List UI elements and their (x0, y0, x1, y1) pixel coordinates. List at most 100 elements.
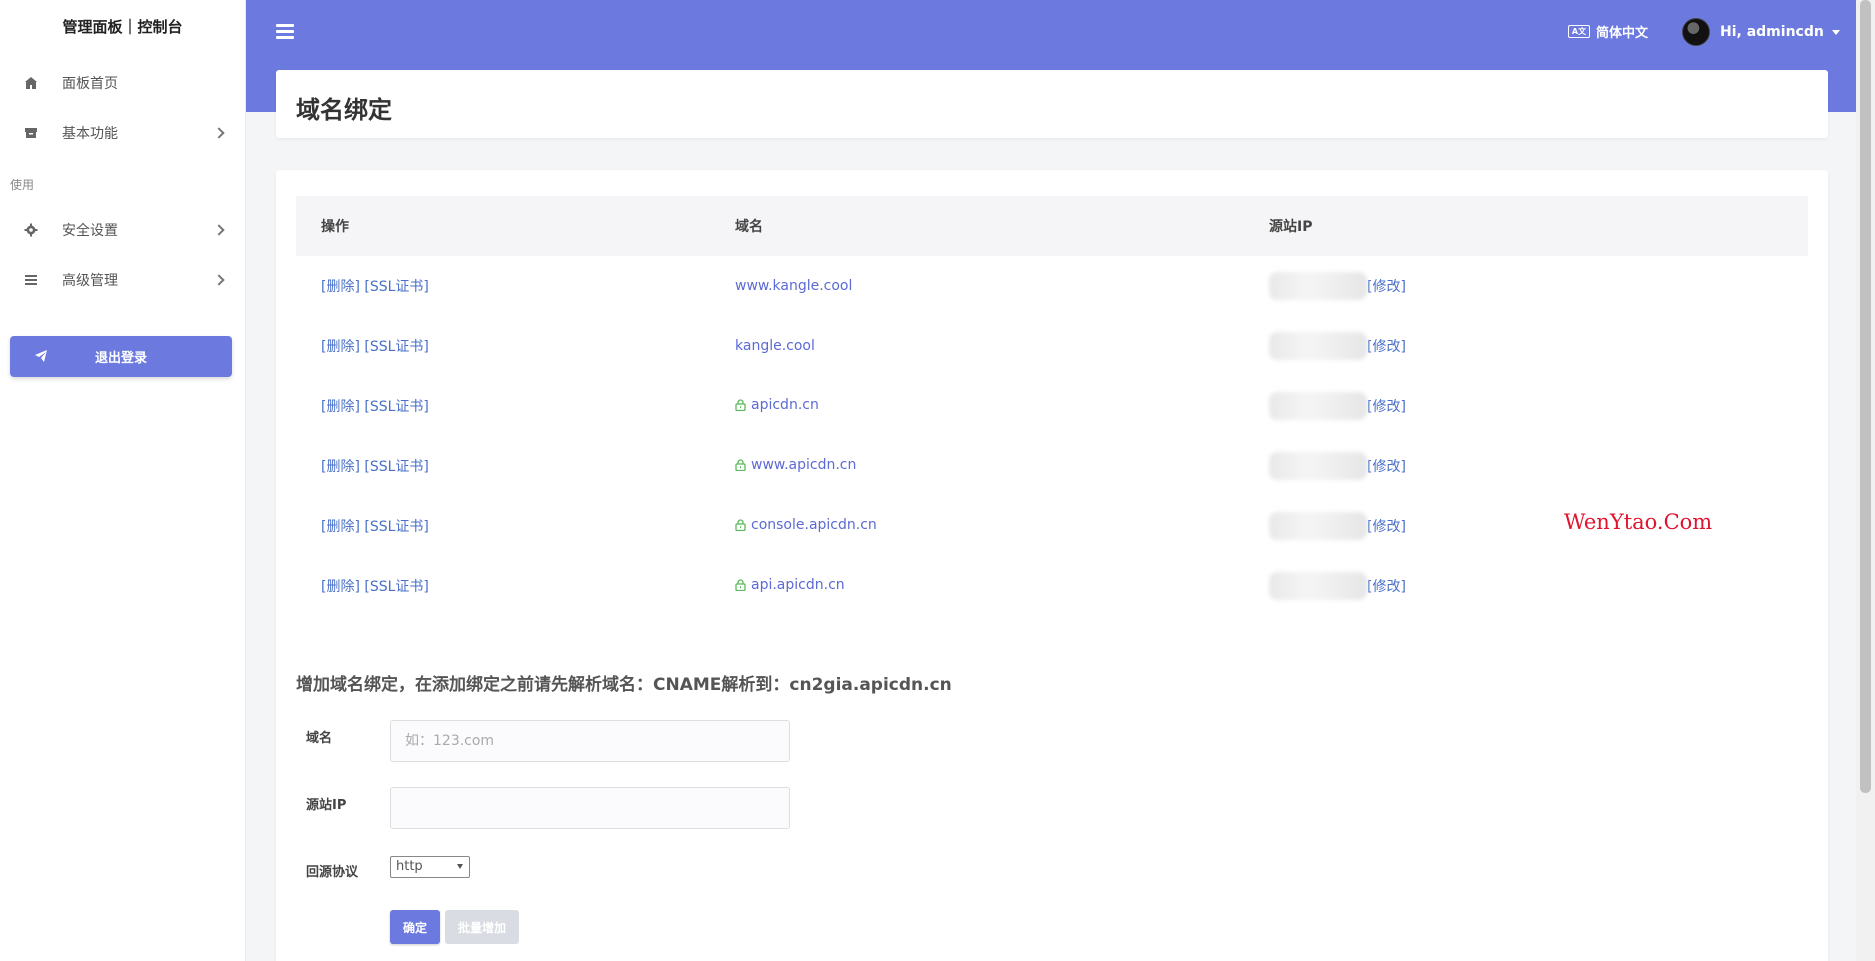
ssl-certificate-link[interactable]: [SSL证书] (364, 399, 429, 415)
gear-icon (24, 223, 38, 237)
page-title: 域名绑定 (296, 96, 392, 124)
delete-link[interactable]: [删除] (321, 339, 360, 355)
sidebar-item-home[interactable]: 面板首页 (0, 58, 245, 108)
brand-title: 管理面板｜控制台 (62, 18, 183, 36)
protocol-label: 回源协议 (306, 865, 359, 880)
protocol-select[interactable]: http (390, 856, 470, 878)
row-actions: [删除] [SSL证书] (296, 396, 735, 416)
ssl-certificate-link[interactable]: [SSL证书] (364, 279, 429, 295)
table-row: [删除] [SSL证书] kangle.cool [修改] (296, 316, 1808, 376)
table-row: [删除] [SSL证书] apicdn.cn [修改] (296, 376, 1808, 436)
sidebar-item-security[interactable]: 安全设置 (0, 205, 245, 255)
batch-add-button[interactable]: 批量增加 (445, 910, 519, 944)
domain-link[interactable]: console.apicdn.cn (751, 517, 877, 533)
row-actions: [删除] [SSL证书] (296, 336, 735, 356)
row-origin-ip: [修改] (1269, 572, 1808, 600)
column-header-origin-ip: 源站IP (1269, 219, 1313, 235)
domain-input[interactable]: 如：123.com (390, 720, 790, 762)
lock-icon (735, 459, 746, 475)
row-actions: [删除] [SSL证书] (296, 576, 735, 596)
logout-button[interactable]: 退出登录 (10, 336, 232, 377)
row-origin-ip: [修改] (1269, 512, 1808, 540)
page-header-card: 域名绑定 (276, 70, 1828, 138)
table-header: 操作 域名 源站IP (296, 196, 1808, 256)
domain-link[interactable]: api.apicdn.cn (751, 577, 845, 593)
vertical-scrollbar[interactable] (1856, 0, 1875, 961)
lock-icon (735, 399, 746, 415)
ssl-certificate-link[interactable]: [SSL证书] (364, 339, 429, 355)
lock-icon (735, 579, 746, 595)
chevron-right-icon (213, 127, 225, 139)
blurred-ip (1269, 332, 1367, 360)
sidebar: 管理面板｜控制台 面板首页 基本功能 使用 安全设置 高级管理 退出登录 (0, 0, 246, 961)
domain-label: 域名 (306, 731, 333, 746)
table-row: [删除] [SSL证书] www.apicdn.cn [修改] (296, 436, 1808, 496)
row-origin-ip: [修改] (1269, 272, 1808, 300)
ssl-certificate-link[interactable]: [SSL证书] (364, 519, 429, 535)
sidebar-item-label: 基本功能 (62, 126, 118, 142)
delete-link[interactable]: [删除] (321, 399, 360, 415)
table-row: [删除] [SSL证书] api.apicdn.cn [修改] (296, 556, 1808, 616)
ssl-certificate-link[interactable]: [SSL证书] (364, 459, 429, 475)
edit-link[interactable]: [修改] (1367, 519, 1406, 535)
user-greeting: Hi, admincdn (1720, 24, 1824, 40)
row-domain: api.apicdn.cn (735, 577, 1269, 595)
confirm-button[interactable]: 确定 (390, 910, 440, 944)
list-icon (24, 273, 38, 287)
lock-icon (735, 519, 746, 535)
row-origin-ip: [修改] (1269, 392, 1808, 420)
domain-link[interactable]: www.apicdn.cn (751, 457, 856, 473)
blurred-ip (1269, 272, 1367, 300)
sidebar-item-label: 安全设置 (62, 223, 118, 239)
sidebar-item-label: 高级管理 (62, 273, 118, 289)
edit-link[interactable]: [修改] (1367, 339, 1406, 355)
edit-link[interactable]: [修改] (1367, 579, 1406, 595)
sidebar-item-label: 面板首页 (62, 76, 118, 92)
chevron-right-icon (213, 224, 225, 236)
row-actions: [删除] [SSL证书] (296, 516, 735, 536)
table-row: [删除] [SSL证书] www.kangle.cool [修改] (296, 256, 1808, 316)
edit-link[interactable]: [修改] (1367, 399, 1406, 415)
blurred-ip (1269, 452, 1367, 480)
language-label: 简体中文 (1596, 26, 1649, 41)
home-icon (24, 76, 38, 90)
row-origin-ip: [修改] (1269, 332, 1808, 360)
row-domain: apicdn.cn (735, 397, 1269, 415)
caret-down-icon (1831, 29, 1840, 35)
delete-link[interactable]: [删除] (321, 579, 360, 595)
domain-link[interactable]: kangle.cool (735, 338, 815, 354)
edit-link[interactable]: [修改] (1367, 279, 1406, 295)
origin-ip-input[interactable] (390, 787, 790, 829)
delete-link[interactable]: [删除] (321, 459, 360, 475)
ssl-certificate-link[interactable]: [SSL证书] (364, 579, 429, 595)
domain-link[interactable]: apicdn.cn (751, 397, 819, 413)
row-origin-ip: [修改] (1269, 452, 1808, 480)
origin-ip-label: 源站IP (306, 798, 347, 813)
translate-icon: A文 (1568, 25, 1590, 38)
paper-plane-icon (34, 349, 48, 367)
row-actions: [删除] [SSL证书] (296, 456, 735, 476)
add-binding-title: 增加域名绑定，在添加绑定之前请先解析域名：CNAME解析到：cn2gia.api… (296, 675, 952, 695)
box-icon (24, 126, 38, 140)
domain-binding-card: 操作 域名 源站IP [删除] [SSL证书] www.kangle.cool [修… (276, 170, 1828, 961)
user-menu[interactable]: Hi, admincdn (1682, 18, 1840, 46)
row-domain: kangle.cool (735, 338, 1269, 354)
row-domain: www.kangle.cool (735, 278, 1269, 294)
column-header-domain: 域名 (735, 219, 763, 235)
edit-link[interactable]: [修改] (1367, 459, 1406, 475)
sidebar-item-advanced[interactable]: 高级管理 (0, 255, 245, 305)
sidebar-section-label: 使用 (10, 178, 35, 192)
blurred-ip (1269, 512, 1367, 540)
blurred-ip (1269, 392, 1367, 420)
sidebar-item-basic[interactable]: 基本功能 (0, 108, 245, 158)
row-domain: console.apicdn.cn (735, 517, 1269, 535)
menu-toggle-icon[interactable] (276, 24, 294, 40)
delete-link[interactable]: [删除] (321, 519, 360, 535)
delete-link[interactable]: [删除] (321, 279, 360, 295)
column-header-actions: 操作 (321, 219, 349, 235)
domain-table: 操作 域名 源站IP [删除] [SSL证书] www.kangle.cool [修… (296, 196, 1808, 616)
language-switcher[interactable]: A文 简体中文 (1568, 22, 1648, 41)
scrollbar-thumb[interactable] (1860, 0, 1871, 793)
dropdown-arrow-icon (457, 864, 463, 869)
domain-link[interactable]: www.kangle.cool (735, 278, 852, 294)
